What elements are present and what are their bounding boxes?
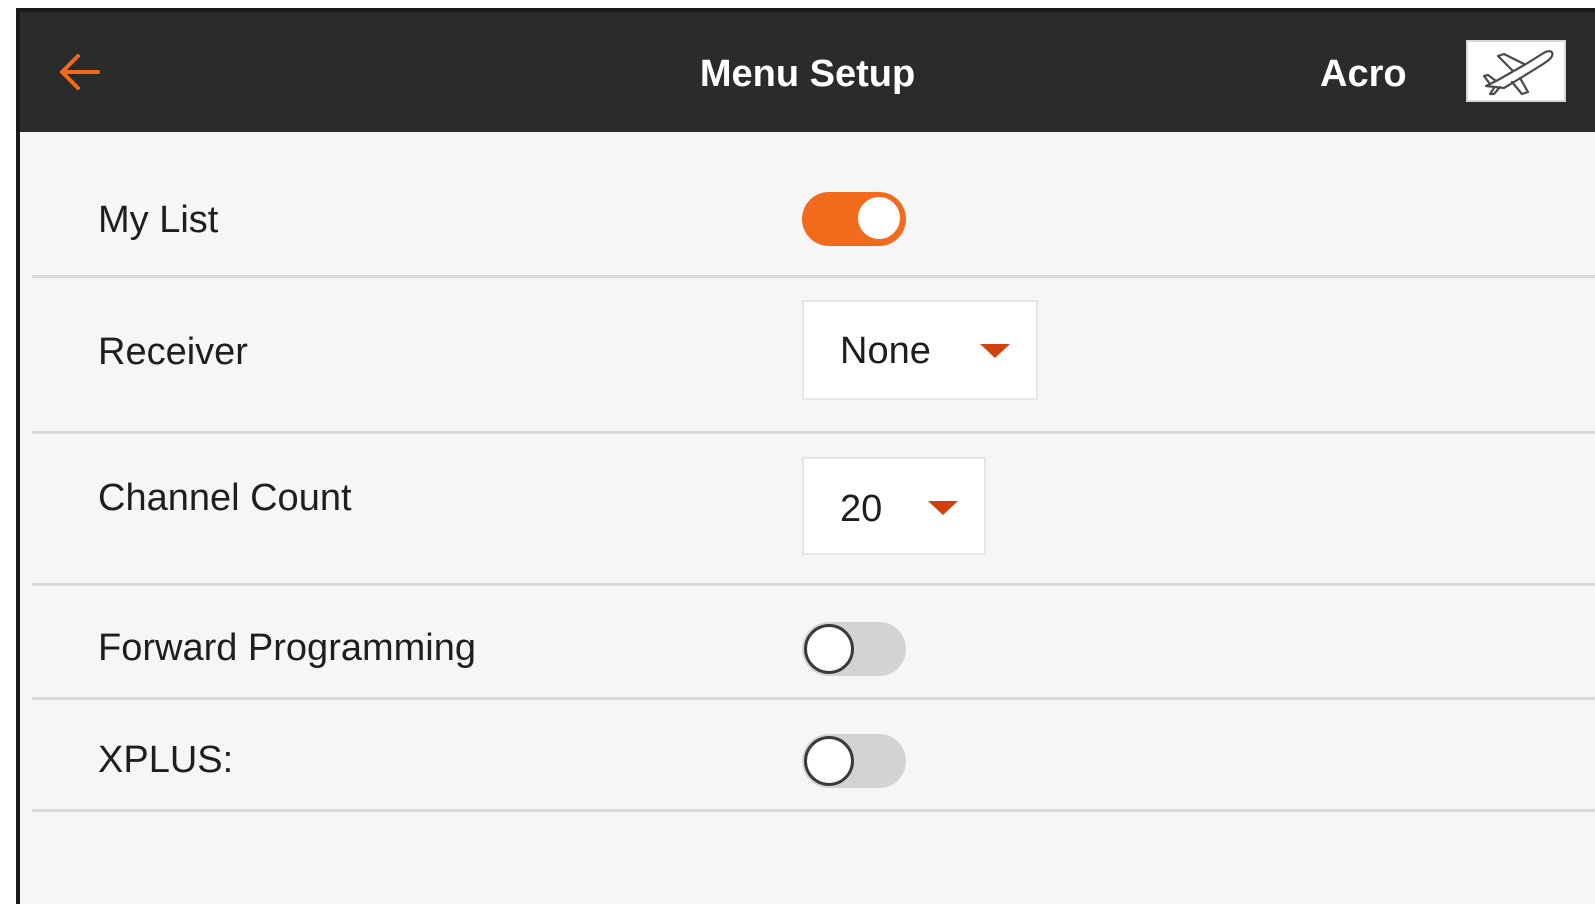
row-receiver: Receiver None: [32, 278, 1595, 434]
model-image-button[interactable]: [1466, 40, 1566, 102]
row-channel-count: Channel Count 20: [32, 434, 1595, 586]
forward-programming-label: Forward Programming: [98, 627, 476, 669]
model-name: Acro: [1320, 53, 1407, 95]
chevron-down-icon: [980, 344, 1010, 358]
channel-count-label: Channel Count: [98, 477, 352, 519]
header-bar: Menu Setup Acro: [20, 12, 1595, 132]
xplus-label: XPLUS:: [98, 739, 234, 781]
airplane-icon: [1482, 50, 1554, 96]
receiver-value: None: [840, 330, 931, 372]
app-frame: Menu Setup Acro My List Receiver None Ch…: [16, 8, 1595, 904]
row-forward-programming: Forward Programming: [32, 586, 1595, 700]
my-list-toggle[interactable]: [802, 192, 906, 246]
toggle-knob: [804, 624, 854, 674]
my-list-label: My List: [98, 199, 219, 241]
receiver-label: Receiver: [98, 331, 248, 373]
chevron-down-icon: [928, 501, 958, 515]
toggle-knob: [804, 736, 854, 786]
row-my-list: My List: [32, 132, 1595, 278]
xplus-toggle[interactable]: [802, 734, 906, 788]
channel-count-value: 20: [840, 488, 883, 530]
receiver-dropdown[interactable]: None: [802, 300, 1038, 400]
row-xplus: XPLUS:: [32, 700, 1595, 812]
forward-programming-toggle[interactable]: [802, 622, 906, 676]
toggle-knob: [856, 195, 902, 241]
channel-count-dropdown[interactable]: 20: [802, 457, 986, 555]
